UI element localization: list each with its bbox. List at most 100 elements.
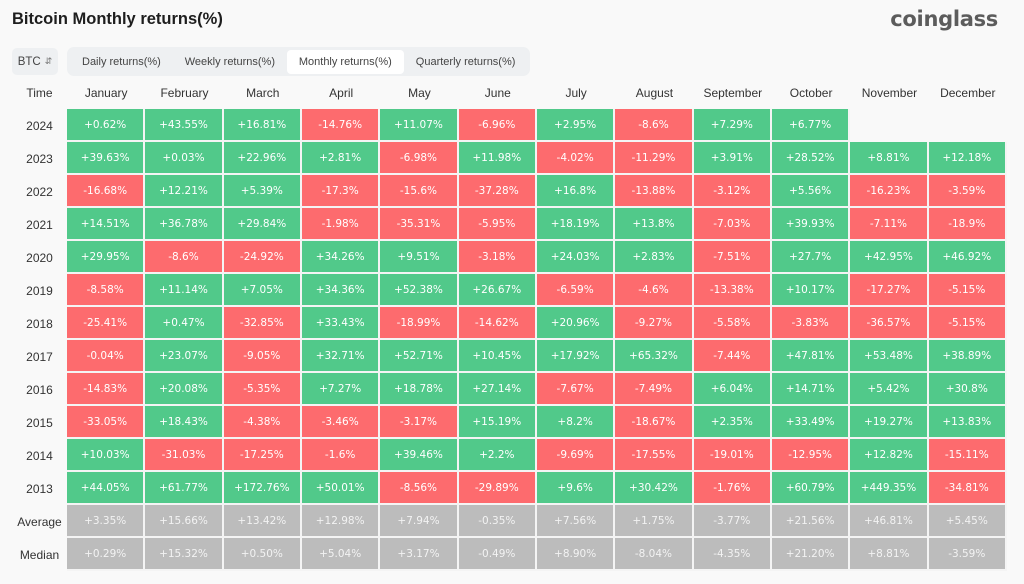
return-cell: -17.3% <box>301 175 381 208</box>
coinglass-logo: coinglass <box>890 7 998 31</box>
return-cell: +39.46% <box>380 439 459 472</box>
return-cell: -35.31% <box>380 208 459 241</box>
return-cell: +11.14% <box>145 274 224 307</box>
return-cell: +20.08% <box>145 373 224 406</box>
row-label: 2014 <box>26 448 53 463</box>
return-cell: +29.95% <box>67 241 146 274</box>
return-cell: +11.98% <box>458 142 537 175</box>
column-header-january: January <box>84 85 128 100</box>
return-cell: +16.81% <box>223 109 302 142</box>
return-cell: -14.62% <box>458 307 537 340</box>
return-cell: +7.56% <box>536 505 616 538</box>
return-cell: +42.95% <box>850 241 929 274</box>
page-title: Bitcoin Monthly returns(%) <box>12 10 223 28</box>
return-cell: +2.81% <box>301 142 381 175</box>
return-cell: +3.91% <box>693 142 772 175</box>
return-cell: -8.56% <box>380 472 459 505</box>
return-cell: -1.98% <box>301 208 381 241</box>
return-cell: -1.76% <box>693 472 772 505</box>
stat-row-median: Median +0.29% +15.32% +0.50% +5.04% +3.17% -0.… <box>12 538 1007 571</box>
return-cell: +13.42% <box>223 505 302 538</box>
table-row-2024: 2024 +0.62% +43.55% +16.81% -14.76% +11.07% -6… <box>12 109 1007 142</box>
return-cell: +13.8% <box>615 208 694 241</box>
return-cell: -7.03% <box>693 208 772 241</box>
return-cell: -17.27% <box>850 274 929 307</box>
return-cell: -18.67% <box>615 406 694 439</box>
return-cell: +30.8% <box>928 373 1007 406</box>
return-cell: -0.35% <box>458 505 537 538</box>
return-cell: +7.27% <box>301 373 381 406</box>
return-cell: +21.20% <box>771 538 851 571</box>
table-row-2015: 2015 -33.05% +18.43% -4.38% -3.46% -3.17% +15.… <box>12 406 1007 439</box>
return-cell: -3.77% <box>693 505 772 538</box>
table-row-2021: 2021 +14.51% +36.78% +29.84% -1.98% -35.31% -5… <box>12 208 1007 241</box>
return-cell: +38.89% <box>928 340 1007 373</box>
return-cell: +0.29% <box>67 538 146 571</box>
return-cell: -16.23% <box>850 175 929 208</box>
table-row-2014: 2014 +10.03% -31.03% -17.25% -1.6% +39.46% +2.… <box>12 439 1007 472</box>
return-cell: -5.15% <box>928 274 1007 307</box>
return-cell: -8.04% <box>615 538 694 571</box>
return-cell: +17.92% <box>536 340 616 373</box>
row-label: 2023 <box>26 151 53 166</box>
return-cell: +20.96% <box>536 307 616 340</box>
return-cell: -13.38% <box>693 274 772 307</box>
table-row-2019: 2019 -8.58% +11.14% +7.05% +34.36% +52.38% +26… <box>12 274 1007 307</box>
return-cell: +14.71% <box>771 373 851 406</box>
return-cell: +21.56% <box>771 505 851 538</box>
return-cell: +1.75% <box>615 505 694 538</box>
return-cell: -37.28% <box>458 175 537 208</box>
column-header-october: October <box>789 85 833 100</box>
return-cell: +5.39% <box>223 175 302 208</box>
return-cell: -32.85% <box>223 307 302 340</box>
return-cell: +46.81% <box>850 505 929 538</box>
return-cell: +50.01% <box>301 472 381 505</box>
row-label: 2013 <box>26 481 53 496</box>
return-cell: -5.58% <box>693 307 772 340</box>
return-cell: +30.42% <box>615 472 694 505</box>
return-cell: +53.48% <box>850 340 929 373</box>
return-cell: +10.03% <box>67 439 146 472</box>
return-cell: +0.62% <box>67 109 146 142</box>
return-cell: -29.89% <box>458 472 537 505</box>
return-cell: +2.2% <box>458 439 537 472</box>
column-header-december: December <box>940 85 996 100</box>
table-row-2018: 2018 -25.41% +0.47% -32.85% +33.43% -18.99% -1… <box>12 307 1007 340</box>
return-cell: +24.03% <box>536 241 616 274</box>
return-cell: -9.05% <box>223 340 302 373</box>
return-cell: -4.6% <box>615 274 694 307</box>
return-cell: +0.50% <box>223 538 302 571</box>
return-cell: -24.92% <box>223 241 302 274</box>
return-cell: -18.9% <box>928 208 1007 241</box>
return-cell: -3.59% <box>928 538 1007 571</box>
column-header-june: June <box>484 85 511 100</box>
return-cell: -3.83% <box>771 307 851 340</box>
tab-weekly-returns[interactable]: Weekly returns(%) <box>173 50 287 74</box>
return-cell: +12.21% <box>145 175 224 208</box>
return-cell: +5.42% <box>850 373 929 406</box>
tab-monthly-returns[interactable]: Monthly returns(%) <box>286 49 404 74</box>
return-cell: -7.11% <box>850 208 929 241</box>
return-cell: -3.17% <box>380 406 459 439</box>
return-cell: -3.18% <box>458 241 537 274</box>
row-label: 2024 <box>26 118 53 133</box>
table-row-2013: 2013 +44.05% +61.77% +172.76% +50.01% -8.56% -… <box>12 472 1007 505</box>
return-cell: -15.6% <box>380 175 459 208</box>
return-cell: +27.14% <box>458 373 537 406</box>
tab-quarterly-returns[interactable]: Quarterly returns(%) <box>404 50 528 74</box>
tab-daily-returns[interactable]: Daily returns(%) <box>70 50 173 74</box>
row-label: 2022 <box>26 184 53 199</box>
column-header-march: March <box>246 85 280 100</box>
return-cell: -14.76% <box>301 109 381 142</box>
return-cell: +0.03% <box>145 142 224 175</box>
column-header-may: May <box>408 85 431 100</box>
column-header-september: September <box>703 85 763 100</box>
return-cell: +18.78% <box>380 373 459 406</box>
return-cell: -12.95% <box>771 439 851 472</box>
return-cell: -4.35% <box>693 538 772 571</box>
return-cell: +8.81% <box>850 538 929 571</box>
coin-select[interactable]: BTC ⇵ <box>12 48 58 75</box>
return-cell: +16.8% <box>536 175 616 208</box>
return-cell: -5.15% <box>928 307 1007 340</box>
table-header-row: Time January February March April May June Jul… <box>12 76 1007 109</box>
